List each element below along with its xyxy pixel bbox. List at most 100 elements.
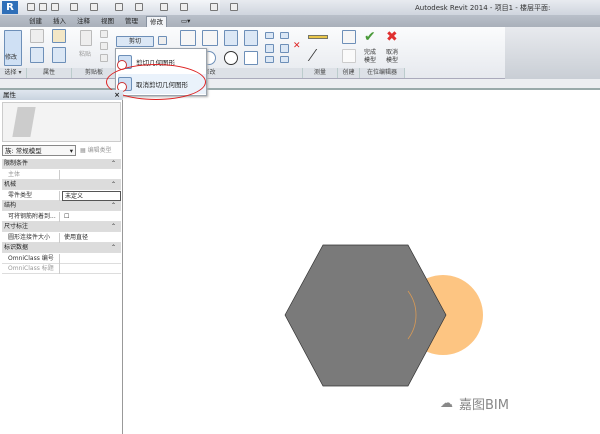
tab-view[interactable]: 视图 xyxy=(98,16,117,27)
array-icon[interactable] xyxy=(265,44,274,53)
tab-create[interactable]: 创建 xyxy=(26,16,45,27)
cut-geometry-split-button[interactable]: 剪切 xyxy=(116,36,154,47)
property-value[interactable] xyxy=(62,170,121,180)
property-name: 零件类型 xyxy=(2,190,60,201)
aligned-dimension-icon[interactable] xyxy=(308,35,328,39)
revit-logo-button[interactable]: R xyxy=(2,1,18,14)
properties-palette: 属性 × 族: 常规模型 ▾ ▦ 编辑类型 限制条件 ⌃ 主体 机械 ⌃ 零件类型 未定义 结构 ⌃… xyxy=(0,90,123,434)
close-hidden-icon[interactable] xyxy=(210,3,218,11)
property-category[interactable]: 尺寸标注 ⌃ xyxy=(2,222,121,232)
create-similar-icon[interactable] xyxy=(342,49,356,63)
delete-icon[interactable]: ✕ xyxy=(293,41,301,51)
category-label: 机械 xyxy=(4,181,17,188)
property-row[interactable]: OmniClass 标题 xyxy=(2,264,121,274)
collapse-icon[interactable]: ⌃ xyxy=(111,222,116,232)
close-icon[interactable]: × xyxy=(114,90,120,100)
ribbon-tabs: 创建 插入 注释 视图 管理 修改 ▭▾ xyxy=(0,15,600,27)
property-category[interactable]: 机械 ⌃ xyxy=(2,180,121,190)
category-label: 限制条件 xyxy=(4,160,29,167)
panel-select[interactable]: 选择 ▾ xyxy=(0,68,27,78)
paste-label: 粘贴 xyxy=(79,51,92,58)
cut-clipboard-icon[interactable] xyxy=(100,30,108,38)
scale-icon[interactable] xyxy=(280,44,289,53)
property-value[interactable]: 使用直径 xyxy=(62,233,121,243)
join-icon[interactable] xyxy=(158,36,167,45)
property-value[interactable]: 未定义 xyxy=(62,190,121,201)
collapse-icon[interactable]: ⌃ xyxy=(111,201,116,211)
tab-annotate[interactable]: 注释 xyxy=(74,16,93,27)
property-name: 圆形连接件大小 xyxy=(2,232,60,243)
open-icon[interactable] xyxy=(27,3,35,11)
type-properties-icon[interactable] xyxy=(30,47,44,63)
panel-in-place-editor: 在位编辑器 xyxy=(360,68,405,78)
3d-view-icon[interactable] xyxy=(180,3,188,11)
cancel-model-label[interactable]: 取消 模型 xyxy=(386,49,398,65)
property-row[interactable]: OmniClass 编号 xyxy=(2,253,121,264)
measure-icon[interactable] xyxy=(115,3,123,11)
edit-type-button[interactable]: ▦ 编辑类型 xyxy=(80,145,112,156)
cancel-x-icon[interactable]: ✖ xyxy=(386,29,398,45)
collapse-icon[interactable]: ⌃ xyxy=(111,159,116,169)
family-preview-icon xyxy=(12,107,36,137)
property-row[interactable]: 主体 xyxy=(2,169,121,180)
measure-distance-icon[interactable] xyxy=(307,49,331,61)
type-selector[interactable]: 族: 常规模型 ▾ xyxy=(2,145,76,156)
finish-model-label[interactable]: 完成 模型 xyxy=(364,49,376,65)
drawing-canvas[interactable] xyxy=(124,92,600,434)
tab-modify[interactable]: 修改 xyxy=(146,16,167,27)
edit-type-icon: ▦ xyxy=(80,147,88,154)
split-icon[interactable] xyxy=(265,32,274,39)
trim-extend-icon[interactable] xyxy=(244,51,258,65)
tab-contextual[interactable]: ▭▾ xyxy=(178,16,193,27)
type-selector-value: 族: 常规模型 xyxy=(5,147,42,155)
property-value[interactable] xyxy=(62,264,121,274)
switch-windows-icon[interactable] xyxy=(230,3,238,11)
create-group-icon[interactable] xyxy=(342,30,356,44)
wechat-icon: ☁ xyxy=(440,396,453,411)
panel-measure: 测量 xyxy=(303,68,338,78)
cut-label: 剪切 xyxy=(129,38,142,45)
property-category[interactable]: 标识数据 ⌃ xyxy=(2,243,121,253)
panel-properties: 属性 xyxy=(27,68,72,78)
text-icon[interactable] xyxy=(160,3,168,11)
align-icon[interactable] xyxy=(180,30,196,46)
match-type-icon[interactable] xyxy=(100,54,108,62)
split-gap-icon[interactable] xyxy=(280,32,289,39)
watermark-text: 嘉图BIM xyxy=(459,398,509,413)
tab-manage[interactable]: 管理 xyxy=(122,16,141,27)
mirror-axis-icon[interactable] xyxy=(224,30,238,46)
property-value[interactable]: ☐ xyxy=(62,212,121,222)
finish-checkmark-icon[interactable]: ✔ xyxy=(364,29,376,45)
collapse-icon[interactable]: ⌃ xyxy=(111,243,116,253)
trim-single-icon[interactable] xyxy=(265,56,274,63)
dimension-icon[interactable] xyxy=(135,3,143,11)
property-row[interactable]: 零件类型 未定义 xyxy=(2,190,121,201)
property-category[interactable]: 结构 ⌃ xyxy=(2,201,121,211)
trim-multiple-icon[interactable] xyxy=(280,56,289,63)
sync-icon[interactable] xyxy=(51,3,59,11)
properties-icon[interactable] xyxy=(30,29,44,43)
collapse-icon[interactable]: ⌃ xyxy=(111,180,116,190)
mirror-draw-icon[interactable] xyxy=(244,30,258,46)
property-row[interactable]: 可将钢筋附着到... ☐ xyxy=(2,211,121,222)
category-label: 标识数据 xyxy=(4,244,29,251)
property-category[interactable]: 限制条件 ⌃ xyxy=(2,159,121,169)
redo-icon[interactable] xyxy=(90,3,98,11)
offset-icon[interactable] xyxy=(202,30,218,46)
type-preview-image xyxy=(2,102,121,142)
paste-icon[interactable] xyxy=(80,30,92,46)
family-category-icon[interactable] xyxy=(52,29,66,43)
property-value[interactable] xyxy=(62,254,121,264)
title-bar: R Autodesk Revit 2014 - 项目1 - 楼层平面: xyxy=(0,0,600,15)
rotate-icon[interactable] xyxy=(224,51,238,65)
hexagon-geometry[interactable] xyxy=(284,244,447,387)
undo-icon[interactable] xyxy=(70,3,78,11)
tab-insert[interactable]: 插入 xyxy=(50,16,69,27)
edit-type-label: 编辑类型 xyxy=(87,147,112,154)
family-types-icon[interactable] xyxy=(52,47,66,63)
property-row[interactable]: 圆形连接件大小 使用直径 xyxy=(2,232,121,243)
save-icon[interactable] xyxy=(39,3,47,11)
copy-icon[interactable] xyxy=(100,42,108,50)
property-name: OmniClass 编号 xyxy=(2,253,60,264)
chevron-down-icon: ▾ xyxy=(69,147,73,155)
